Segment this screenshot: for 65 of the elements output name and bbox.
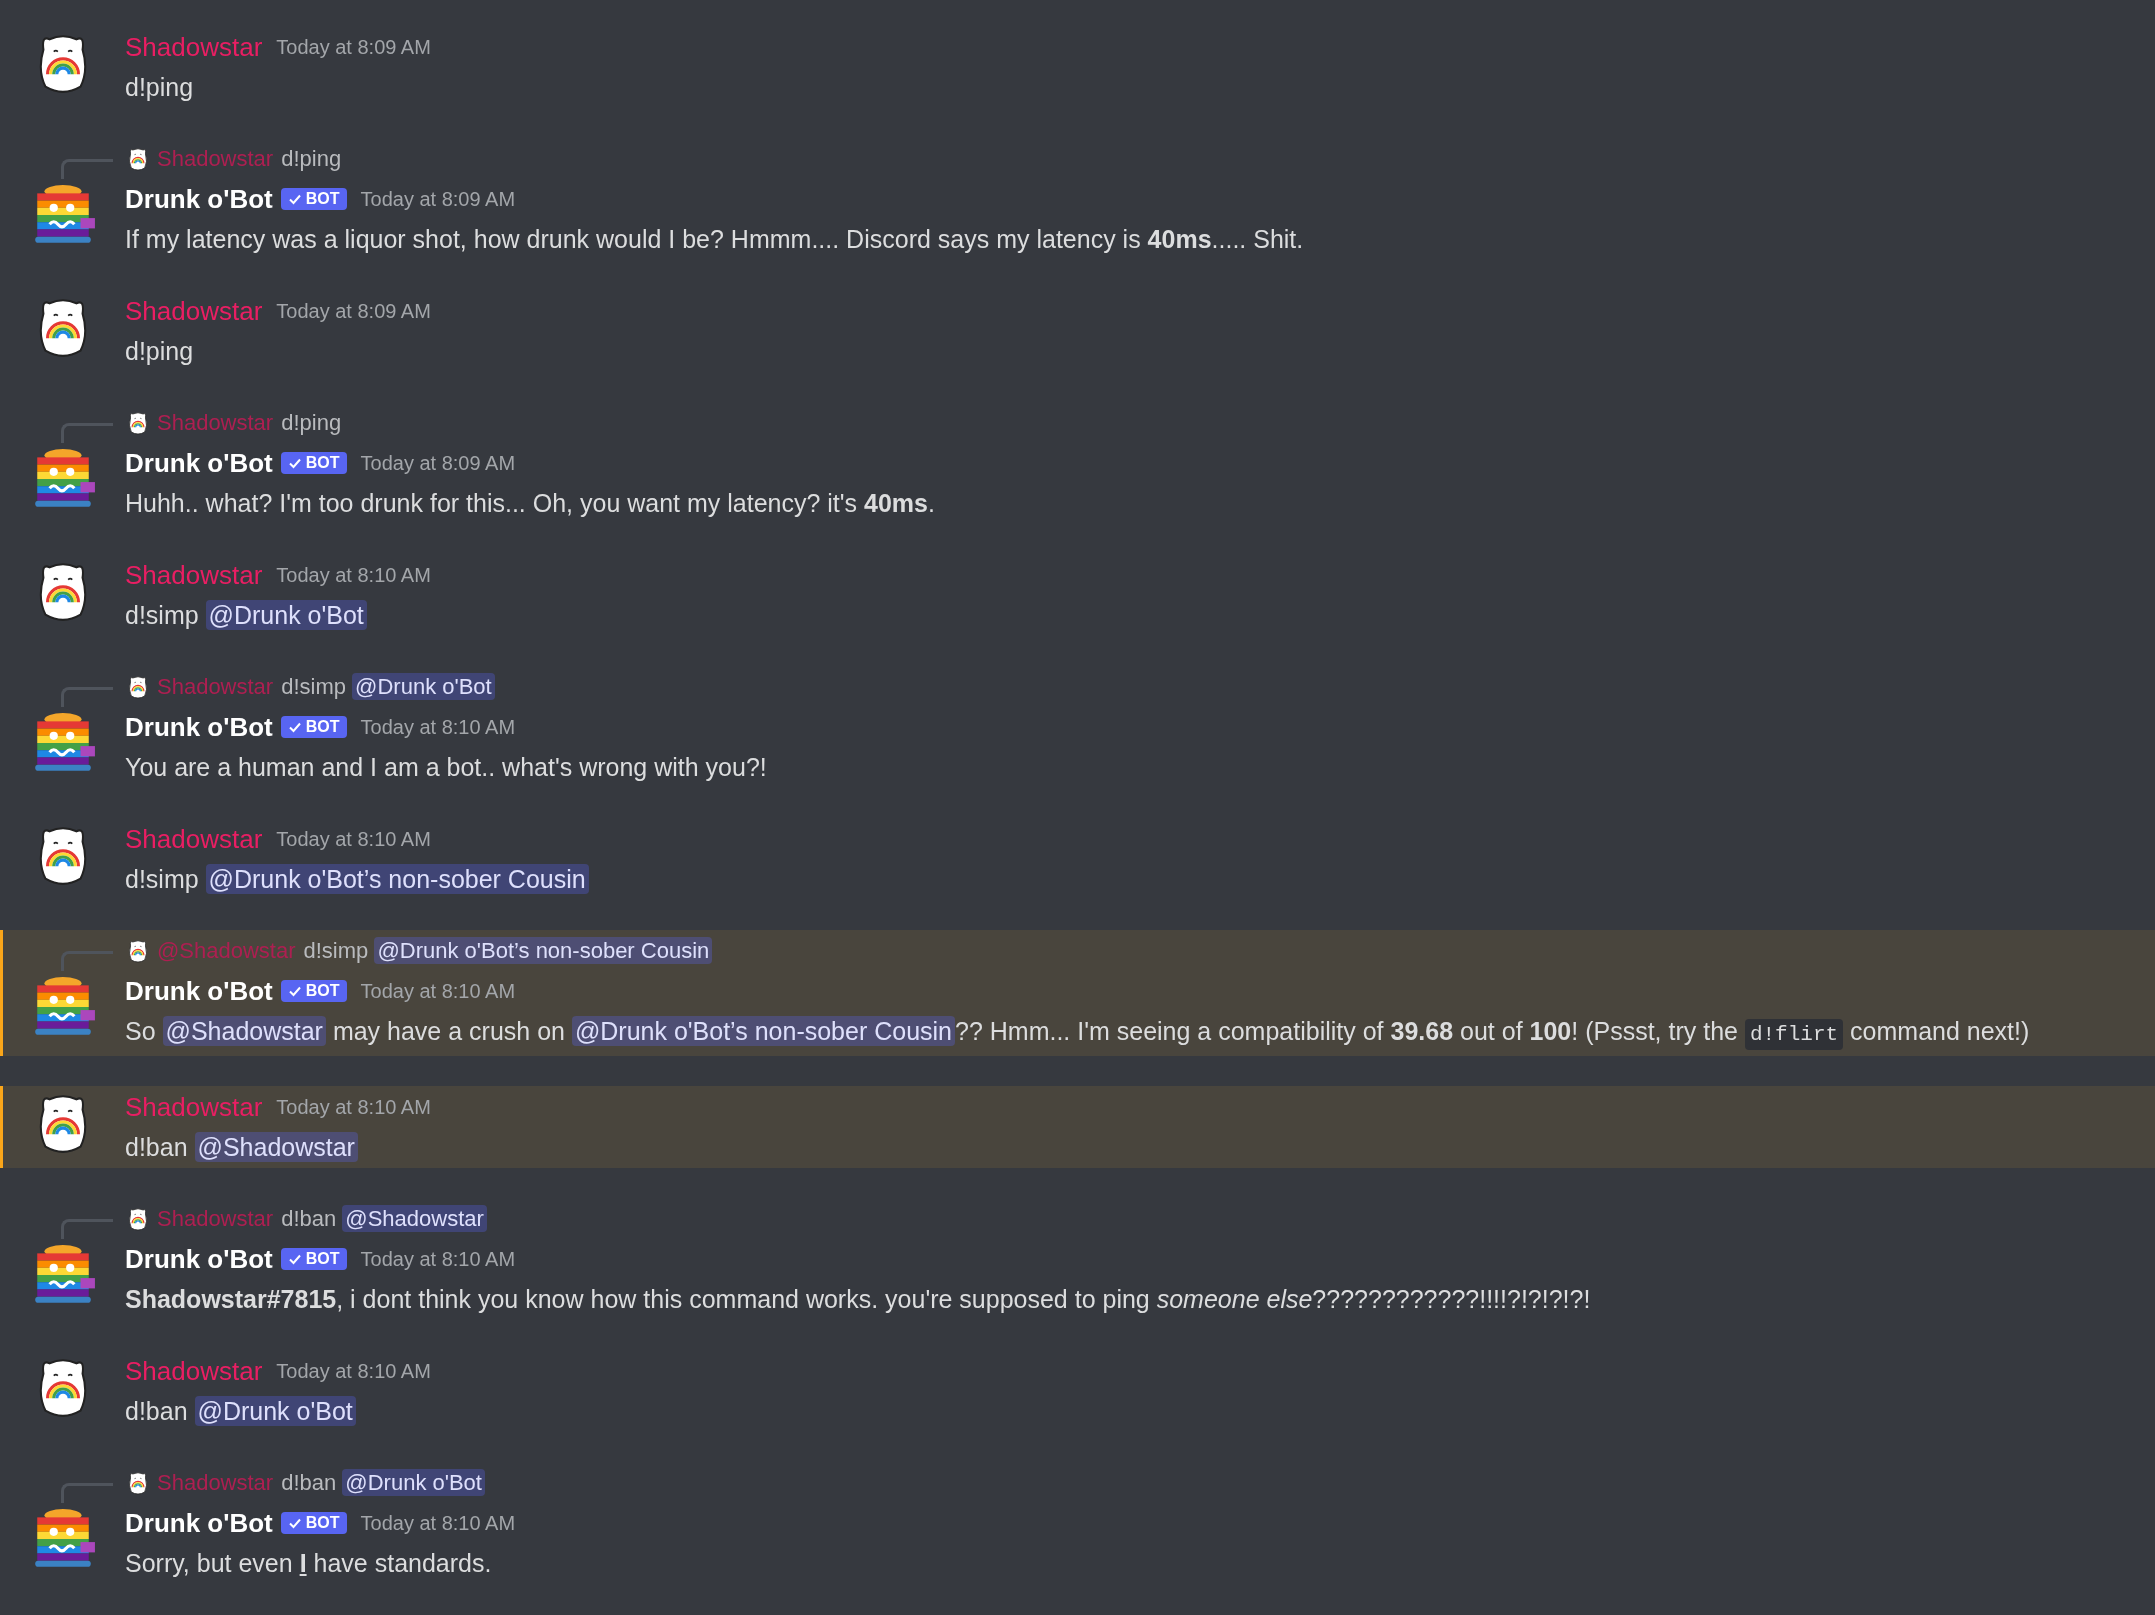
message-text: d!ping (125, 72, 195, 103)
mention[interactable]: @Drunk o'Bot (342, 1469, 485, 1496)
reply-text[interactable]: d!simp @Drunk o'Bot (281, 674, 495, 700)
mention[interactable]: @Shadowstar (162, 1016, 326, 1046)
timestamp: Today at 8:10 AM (360, 979, 516, 1003)
timestamp: Today at 8:10 AM (276, 827, 431, 851)
reply-text[interactable]: d!ping (281, 146, 342, 172)
author-name[interactable]: Drunk o'Bot (125, 975, 273, 1007)
message-text: Shadowstar#7815, i dont think you know how this command works. you're supposed to ping someone else????????????!!!!?!?!?!?! (125, 1284, 1592, 1315)
message-text: d!simp @Drunk o'Bot’s non-sober Cousin (125, 859, 2145, 899)
mention[interactable]: @Drunk o'Bot’s non-sober Cousin (374, 937, 713, 964)
message-text: Sorry, but even I have standards. (125, 1548, 493, 1579)
check-icon (287, 456, 302, 470)
timestamp: Today at 8:09 AM (360, 187, 516, 211)
author-name[interactable]: Drunk o'Bot (125, 183, 273, 215)
badge-label: BOT (305, 718, 340, 736)
badge-label: BOT (305, 982, 340, 1000)
message-text: Huhh.. what? I'm too drunk for this... Oh, you want my latency? it's 40ms. (125, 488, 936, 519)
reply-text[interactable]: d!ping (281, 410, 342, 436)
reply-connector (61, 1219, 113, 1239)
timestamp: Today at 8:09 AM (276, 299, 431, 323)
author-name[interactable]: Drunk o'Bot (125, 447, 273, 479)
mention[interactable]: @Drunk o'Bot’s non-sober Cousin (571, 1016, 955, 1046)
message-text: d!ping (125, 336, 195, 367)
reply-connector (61, 687, 113, 707)
author-name[interactable]: Drunk o'Bot (125, 711, 273, 743)
timestamp: Today at 8:10 AM (360, 1511, 516, 1535)
check-icon (287, 1516, 302, 1530)
badge-label: BOT (305, 454, 340, 472)
timestamp: Today at 8:10 AM (360, 1247, 516, 1271)
check-icon (287, 192, 302, 206)
badge-label: BOT (305, 1514, 340, 1532)
reply-connector (61, 951, 113, 971)
message-text: d!ban @Shadowstar (125, 1127, 2145, 1167)
reply-text[interactable]: d!ban @Drunk o'Bot (281, 1470, 485, 1496)
mention[interactable]: @Shadowstar (194, 1132, 358, 1162)
check-icon (287, 720, 302, 734)
message-text: d!ban @Drunk o'Bot (125, 1391, 2145, 1431)
mention[interactable]: @Drunk o'Bot (194, 1396, 356, 1426)
badge-label: BOT (305, 190, 340, 208)
check-icon (287, 984, 302, 998)
mention[interactable]: @Drunk o'Bot (352, 673, 495, 700)
reply-text[interactable]: d!simp @Drunk o'Bot’s non-sober Cousin (303, 938, 713, 964)
mention[interactable]: @Drunk o'Bot (205, 600, 367, 630)
timestamp: Today at 8:09 AM (276, 35, 431, 59)
message-text: So @Shadowstar may have a crush on @Drunk o'Bot’s non-sober Cousin?? Hmm... I'm seeing a compatibility of 39.68 out of 100! (Pssst, try the d!flirt command next!) (125, 1011, 2145, 1055)
reply-connector (61, 159, 113, 179)
message-text: You are a human and I am a bot.. what's wrong with you?! (125, 752, 768, 783)
inline-code: d!flirt (1744, 1019, 1844, 1050)
check-icon (287, 1252, 302, 1266)
author-name[interactable]: Drunk o'Bot (125, 1507, 273, 1539)
author-name[interactable]: Drunk o'Bot (125, 1243, 273, 1275)
message-text: d!simp @Drunk o'Bot (125, 595, 2145, 635)
reply-connector (61, 1483, 113, 1503)
reply-text[interactable]: d!ban @Shadowstar (281, 1206, 487, 1232)
timestamp: Today at 8:10 AM (276, 1095, 431, 1119)
timestamp: Today at 8:10 AM (276, 563, 431, 587)
message-text: If my latency was a liquor shot, how drunk would I be? Hmmm.... Discord says my latency is 40ms..... Shit. (125, 224, 1305, 255)
timestamp: Today at 8:09 AM (360, 451, 516, 475)
mention[interactable]: @Drunk o'Bot’s non-sober Cousin (205, 864, 589, 894)
reply-connector (61, 423, 113, 443)
timestamp: Today at 8:10 AM (276, 1359, 431, 1383)
mention[interactable]: @Shadowstar (342, 1205, 487, 1232)
timestamp: Today at 8:10 AM (360, 715, 516, 739)
badge-label: BOT (305, 1250, 340, 1268)
